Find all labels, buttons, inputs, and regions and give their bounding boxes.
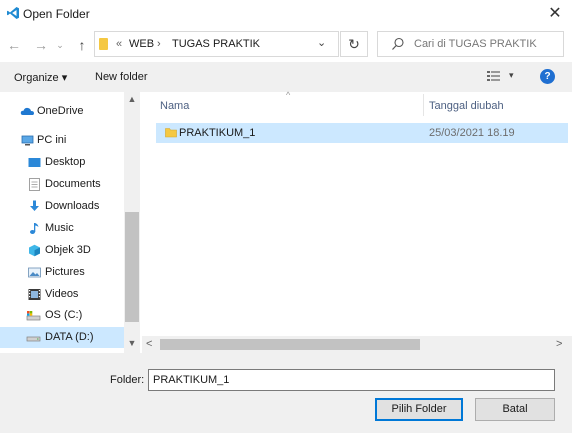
folder-name-input[interactable]	[148, 369, 555, 391]
column-header-date-modified[interactable]: Tanggal diubah	[429, 100, 504, 112]
scroll-left-icon[interactable]: <	[146, 338, 152, 350]
sidebar-item-desktop[interactable]: Desktop	[0, 152, 124, 173]
view-dropdown-icon[interactable]: ▾	[509, 70, 514, 81]
download-icon	[30, 200, 39, 211]
forward-button[interactable]: →	[31, 35, 51, 55]
navigation-scrollbar[interactable]: ▲ ▼	[124, 92, 140, 353]
sort-ascending-icon: ^	[286, 90, 291, 100]
sidebar-item-objek-3d[interactable]: Objek 3D	[0, 240, 124, 261]
breadcrumb-item-tugas-praktik[interactable]: TUGAS PRAKTIK	[172, 38, 260, 50]
scrollbar-thumb[interactable]	[160, 339, 420, 350]
back-button[interactable]: ←	[4, 35, 24, 55]
vscode-app-icon	[7, 7, 19, 19]
drive-icon	[26, 311, 41, 321]
search-icon	[392, 37, 404, 50]
sidebar-item-label: OS (C:)	[45, 309, 83, 321]
sidebar-item-label: Objek 3D	[45, 244, 91, 256]
up-button[interactable]: ↑	[72, 35, 92, 55]
command-bar: Organize ▾ New folder ▾ ?	[0, 62, 572, 92]
sidebar-item-data-d[interactable]: DATA (D:)	[0, 327, 124, 348]
3d-object-icon	[29, 244, 40, 257]
file-row[interactable]: PRAKTIKUM_1 25/03/2021 18.19	[156, 123, 568, 143]
file-name: PRAKTIKUM_1	[179, 127, 256, 139]
navigation-pane: OneDrive PC ini Desktop Documents Downlo…	[0, 92, 141, 353]
scroll-up-icon[interactable]: ▲	[124, 94, 140, 106]
view-options-icon[interactable]	[486, 70, 502, 84]
search-input[interactable]	[414, 32, 559, 56]
dialog-footer: Folder: Pilih Folder Batal	[0, 353, 572, 433]
file-list: Nama ^ Tanggal diubah PRAKTIKUM_1 25/03/…	[142, 90, 572, 336]
folder-icon	[99, 38, 108, 50]
sidebar-item-label: Videos	[45, 288, 79, 300]
horizontal-scrollbar[interactable]: < >	[142, 336, 572, 353]
breadcrumb-overflow[interactable]: «	[116, 38, 122, 50]
new-folder-button[interactable]: New folder	[95, 71, 148, 83]
scroll-down-icon[interactable]: ▼	[124, 338, 140, 350]
address-dropdown-icon[interactable]: ⌄	[317, 36, 326, 49]
help-icon[interactable]: ?	[540, 69, 555, 84]
close-button[interactable]: ✕	[543, 3, 567, 25]
breadcrumb-item-web[interactable]: WEB	[129, 38, 154, 50]
sidebar-item-onedrive[interactable]: OneDrive	[0, 101, 124, 122]
documents-icon	[29, 178, 40, 191]
sidebar-item-pc-ini[interactable]: PC ini	[0, 130, 124, 151]
refresh-button[interactable]: ↻	[340, 31, 368, 57]
title-bar: Open Folder ✕	[0, 0, 572, 30]
sidebar-item-pictures[interactable]: Pictures	[0, 262, 124, 283]
organize-button[interactable]: Organize ▾	[14, 71, 67, 84]
window-title: Open Folder	[23, 7, 90, 21]
sidebar-item-os-c[interactable]: OS (C:)	[0, 305, 124, 326]
search-box[interactable]	[377, 31, 564, 57]
sidebar-item-downloads[interactable]: Downloads	[0, 196, 124, 217]
select-folder-button[interactable]: Pilih Folder	[375, 398, 463, 421]
pictures-icon	[28, 267, 41, 278]
scrollbar-thumb[interactable]	[125, 212, 139, 322]
music-icon	[30, 223, 39, 234]
sidebar-item-documents[interactable]: Documents	[0, 174, 124, 195]
computer-icon	[21, 135, 34, 146]
address-bar[interactable]: « WEB › TUGAS PRAKTIK ⌄	[94, 31, 339, 57]
sidebar-item-label: Downloads	[45, 200, 100, 212]
file-date-modified: 25/03/2021 18.19	[429, 127, 515, 139]
cloud-icon	[20, 107, 34, 115]
column-divider[interactable]	[423, 94, 424, 116]
videos-icon	[28, 289, 41, 300]
sidebar-item-label: Documents	[45, 178, 101, 190]
sidebar-item-label: PC ini	[37, 134, 67, 146]
sidebar-item-videos[interactable]: Videos	[0, 284, 124, 305]
cancel-button[interactable]: Batal	[475, 398, 555, 421]
recent-locations-button[interactable]: ⌄	[54, 35, 66, 55]
folder-icon	[165, 128, 177, 138]
scroll-right-icon[interactable]: >	[556, 338, 562, 350]
drive-icon	[26, 336, 41, 342]
sidebar-item-label: OneDrive	[37, 105, 84, 117]
sidebar-item-music[interactable]: Music	[0, 218, 124, 239]
column-header-name[interactable]: Nama	[160, 100, 189, 112]
sidebar-item-label: Music	[45, 222, 74, 234]
desktop-icon	[28, 158, 41, 167]
sidebar-item-label: Desktop	[45, 156, 86, 168]
sidebar-item-label: DATA (D:)	[45, 331, 94, 343]
sidebar-item-label: Pictures	[45, 266, 85, 278]
folder-field-label: Folder:	[110, 374, 145, 386]
breadcrumb-separator[interactable]: ›	[157, 38, 161, 50]
